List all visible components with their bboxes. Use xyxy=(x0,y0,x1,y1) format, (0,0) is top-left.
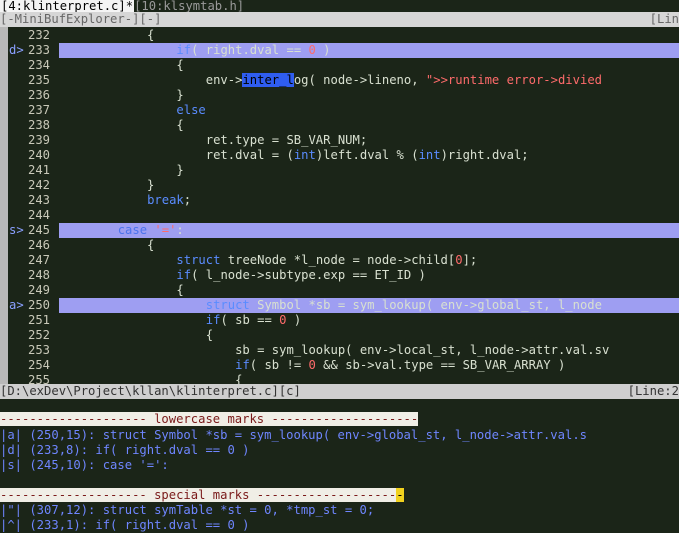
line-number: 236 xyxy=(27,88,50,102)
line-number: 240 xyxy=(27,148,50,162)
code-line[interactable]: case '=': xyxy=(59,223,679,238)
code-line[interactable]: sb = sym_lookup( env->local_st, l_node->… xyxy=(59,343,679,358)
line-number: 245 xyxy=(27,223,50,237)
code-line[interactable] xyxy=(59,208,679,223)
mark-item[interactable]: |a| (250,15): struct Symbol *sb = sym_lo… xyxy=(0,428,679,443)
line-number: 241 xyxy=(27,163,50,177)
code-line[interactable]: } xyxy=(59,178,679,193)
code-line[interactable]: ret.type = SB_VAR_NUM; xyxy=(59,133,679,148)
code-line[interactable]: { xyxy=(59,328,679,343)
line-number: 234 xyxy=(27,58,50,72)
code-line[interactable]: break; xyxy=(59,193,679,208)
status-position: [Line:2 xyxy=(627,384,679,398)
code-line[interactable]: ret.dval = (int)left.dval % (int)right.d… xyxy=(59,148,679,163)
code-line[interactable]: } xyxy=(59,88,679,103)
line-number: 243 xyxy=(27,193,50,207)
minibuf-title[interactable]: [-MiniBufExplorer-][-] xyxy=(0,12,161,26)
minibuf-explorer-bar: [-MiniBufExplorer-][-] [Lin xyxy=(0,12,679,27)
code-line[interactable]: struct Symbol *sb = sym_lookup( env->glo… xyxy=(59,298,679,313)
line-number: 235 xyxy=(27,73,50,87)
special-marks-header: -------------------- special marks -----… xyxy=(0,488,404,502)
line-number: 242 xyxy=(27,178,50,192)
code-line[interactable]: { xyxy=(59,58,679,73)
lowercase-marks-header: -------------------- lowercase marks ---… xyxy=(0,412,419,426)
line-number: 252 xyxy=(27,328,50,342)
line-number: 253 xyxy=(27,343,50,357)
line-number: 250 xyxy=(27,298,50,312)
code-line[interactable]: if( sb == 0 ) xyxy=(59,313,679,328)
line-number: 248 xyxy=(27,268,50,282)
mark-item[interactable]: |s| (245,10): case '=': xyxy=(0,458,679,473)
status-line: [D:\exDev\Project\kllan\klinterpret.c][c… xyxy=(0,384,679,399)
mark-item[interactable]: |"| (307,12): struct symTable *st = 0, *… xyxy=(0,503,679,518)
code-line[interactable]: } xyxy=(59,163,679,178)
line-number: 247 xyxy=(27,253,50,267)
line-number: 238 xyxy=(27,118,50,132)
code-line[interactable]: { xyxy=(59,118,679,133)
text-cursor: - xyxy=(396,488,404,502)
line-number: 232 xyxy=(27,28,50,42)
code-line[interactable]: if( right.dval == 0 ) xyxy=(59,43,679,58)
line-number: 251 xyxy=(27,313,50,327)
line-number: 239 xyxy=(27,133,50,147)
mark-item[interactable]: |d| (233,8): if( right.dval == 0 ) xyxy=(0,443,679,458)
code-line[interactable]: { xyxy=(59,28,679,43)
mark-item[interactable]: |^| (233,1): if( right.dval == 0 ) xyxy=(0,518,679,533)
code-line[interactable]: env->inter_log( node->lineno, ">>runtime… xyxy=(59,73,679,88)
line-number: 246 xyxy=(27,238,50,252)
line-number: 244 xyxy=(27,208,50,222)
code-line[interactable]: if( sb != 0 && sb->val.type == SB_VAR_AR… xyxy=(59,358,679,373)
code-line[interactable]: { xyxy=(59,238,679,253)
line-number: 254 xyxy=(27,358,50,372)
sign-column xyxy=(0,27,8,385)
line-number: 249 xyxy=(27,283,50,297)
code-line[interactable]: struct treeNode *l_node = node->child[0]… xyxy=(59,253,679,268)
line-number: 233 xyxy=(27,43,50,57)
line-number: 237 xyxy=(27,103,50,117)
code-line[interactable]: if( l_node->subtype.exp == ET_ID ) xyxy=(59,268,679,283)
code-line[interactable]: else xyxy=(59,103,679,118)
code-line[interactable]: { xyxy=(59,283,679,298)
minibuf-right: [Lin xyxy=(649,12,679,26)
status-filepath: [D:\exDev\Project\kllan\klinterpret.c][c… xyxy=(0,384,301,398)
